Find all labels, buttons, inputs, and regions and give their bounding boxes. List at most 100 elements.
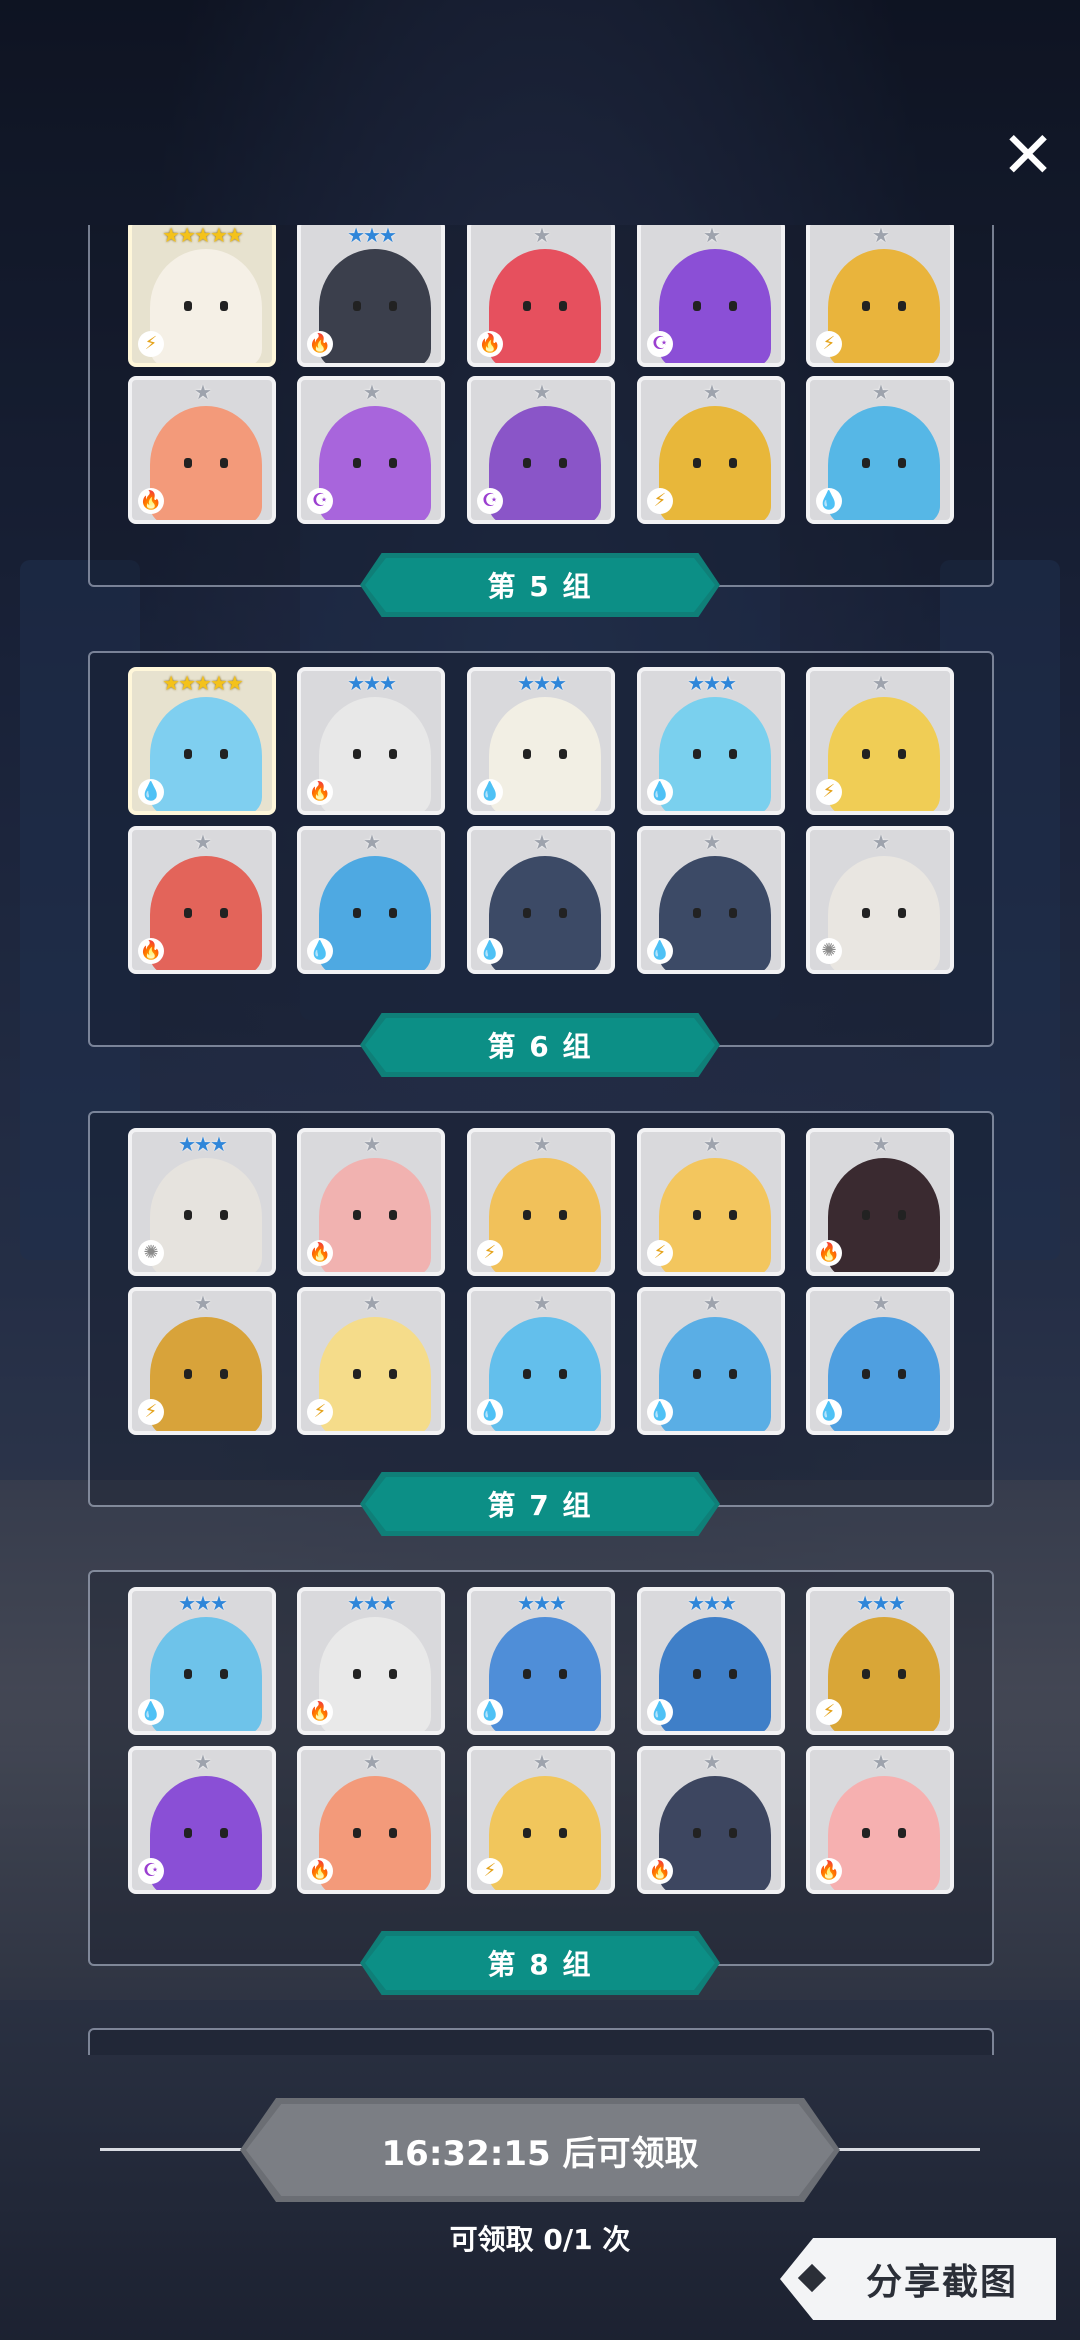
star-rating-icon: ★ (872, 1132, 890, 1156)
character-eyes (345, 1828, 405, 1838)
character-eyes (515, 301, 575, 311)
star-rating-icon: ★★★ (856, 1591, 906, 1615)
character-card[interactable]: ★ ✺ (806, 826, 954, 974)
character-card[interactable]: ★ 🔥 (128, 826, 276, 974)
character-card[interactable]: ★ 🔥 (297, 1128, 445, 1276)
character-card[interactable]: ★★★ 💧 (637, 1587, 785, 1735)
character-card[interactable]: ★ ⚡ (806, 225, 954, 367)
character-card[interactable]: ★ 💧 (637, 1287, 785, 1435)
character-eyes (176, 301, 236, 311)
character-card[interactable]: ★ 🔥 (637, 1746, 785, 1894)
star-rating-icon: ★ (363, 1291, 381, 1315)
character-card[interactable]: ★ 🔥 (806, 1746, 954, 1894)
thunder-element-icon: ⚡ (138, 331, 164, 357)
thunder-element-icon: ⚡ (816, 779, 842, 805)
character-card[interactable]: ★★★ 🔥 (297, 667, 445, 815)
character-card[interactable]: ★★★ 💧 (637, 667, 785, 815)
character-eyes (176, 1669, 236, 1679)
star-rating-icon: ★ (194, 380, 212, 404)
dark-element-icon: ☪ (307, 488, 333, 514)
character-card[interactable]: ★ 💧 (637, 826, 785, 974)
star-rating-icon: ★ (703, 1291, 721, 1315)
character-card[interactable]: ★ 💧 (297, 826, 445, 974)
claim-timer-label: 16:32:15 后可领取 (381, 2133, 699, 2174)
character-eyes (515, 749, 575, 759)
star-rating-icon: ★★★ (347, 225, 397, 247)
character-eyes (685, 1828, 745, 1838)
light-element-icon: ✺ (816, 938, 842, 964)
character-card[interactable]: ★★★ 🔥 (297, 1587, 445, 1735)
character-card[interactable]: ★ ☪ (637, 225, 785, 367)
character-card[interactable]: ★ ⚡ (637, 376, 785, 524)
star-rating-icon: ★★★★★ (162, 671, 244, 695)
share-screenshot-button[interactable]: 分享截图 (780, 2238, 1056, 2320)
character-card[interactable]: ★★★ 💧 (467, 667, 615, 815)
character-card[interactable]: ★ ⚡ (297, 1287, 445, 1435)
character-eyes (515, 458, 575, 468)
star-rating-icon: ★ (363, 830, 381, 854)
star-rating-icon: ★ (872, 671, 890, 695)
star-rating-icon: ★ (872, 1750, 890, 1774)
character-eyes (685, 1210, 745, 1220)
character-eyes (345, 301, 405, 311)
water-element-icon: 💧 (816, 488, 842, 514)
character-card[interactable]: ★ 🔥 (128, 376, 276, 524)
character-card[interactable]: ★ ⚡ (637, 1128, 785, 1276)
character-card[interactable]: ★ 🔥 (467, 225, 615, 367)
character-card[interactable]: ★ ⚡ (467, 1746, 615, 1894)
character-card[interactable]: ★ ⚡ (128, 1287, 276, 1435)
star-rating-icon: ★ (703, 380, 721, 404)
water-element-icon: 💧 (816, 1399, 842, 1425)
water-element-icon: 💧 (647, 938, 673, 964)
character-eyes (515, 908, 575, 918)
fire-element-icon: 🔥 (816, 1858, 842, 1884)
character-card[interactable]: ★★★ 💧 (128, 1587, 276, 1735)
character-card[interactable]: ★ 🔥 (297, 1746, 445, 1894)
character-card[interactable]: ★★★ 🔥 (297, 225, 445, 367)
water-element-icon: 💧 (647, 779, 673, 805)
character-eyes (854, 908, 914, 918)
character-card[interactable]: ★★★★★ 💧 (128, 667, 276, 815)
star-rating-icon: ★ (194, 830, 212, 854)
group-label-7: 第 7 组 (360, 1472, 720, 1536)
star-rating-icon: ★★★ (517, 1591, 567, 1615)
fire-element-icon: 🔥 (307, 1699, 333, 1725)
star-rating-icon: ★ (872, 830, 890, 854)
character-card[interactable]: ★ ⚡ (467, 1128, 615, 1276)
star-rating-icon: ★★★ (517, 671, 567, 695)
character-eyes (515, 1669, 575, 1679)
character-card[interactable]: ★ ☪ (467, 376, 615, 524)
character-card[interactable]: ★★★ ⚡ (806, 1587, 954, 1735)
character-eyes (345, 749, 405, 759)
fire-element-icon: 🔥 (138, 488, 164, 514)
character-card[interactable]: ★ 🔥 (806, 1128, 954, 1276)
group-label-8: 第 8 组 (360, 1931, 720, 1995)
character-card[interactable]: ★ 💧 (467, 1287, 615, 1435)
character-card[interactable]: ★ 💧 (806, 1287, 954, 1435)
group-label-5: 第 5 组 (360, 553, 720, 617)
water-element-icon: 💧 (477, 1399, 503, 1425)
character-card[interactable]: ★ ☪ (128, 1746, 276, 1894)
lineup-scroll-area[interactable]: 第 5 组 第 6 组 第 7 组 第 8 组 ★★★★★ ⚡ ★★★ 🔥 ★ 🔥 ★ ☪ ★ ⚡… (0, 225, 1080, 2055)
star-rating-icon: ★★★ (687, 1591, 737, 1615)
footer-divider-left (100, 2148, 250, 2151)
star-rating-icon: ★ (363, 1132, 381, 1156)
character-eyes (854, 1669, 914, 1679)
star-rating-icon: ★ (533, 1132, 551, 1156)
close-icon[interactable]: ✕ (1000, 124, 1056, 188)
character-card[interactable]: ★★★ 💧 (467, 1587, 615, 1735)
water-element-icon: 💧 (307, 938, 333, 964)
character-eyes (345, 1210, 405, 1220)
character-card[interactable]: ★★★ ✺ (128, 1128, 276, 1276)
claim-timer-button[interactable]: 16:32:15 后可领取 (240, 2098, 840, 2202)
thunder-element-icon: ⚡ (138, 1399, 164, 1425)
character-card[interactable]: ★★★★★ ⚡ (128, 225, 276, 367)
character-card[interactable]: ★ 💧 (467, 826, 615, 974)
star-rating-icon: ★★★ (347, 1591, 397, 1615)
character-card[interactable]: ★ ☪ (297, 376, 445, 524)
character-card[interactable]: ★ ⚡ (806, 667, 954, 815)
character-card[interactable]: ★ 💧 (806, 376, 954, 524)
star-rating-icon: ★ (533, 225, 551, 247)
fire-element-icon: 🔥 (816, 1240, 842, 1266)
fire-element-icon: 🔥 (647, 1858, 673, 1884)
